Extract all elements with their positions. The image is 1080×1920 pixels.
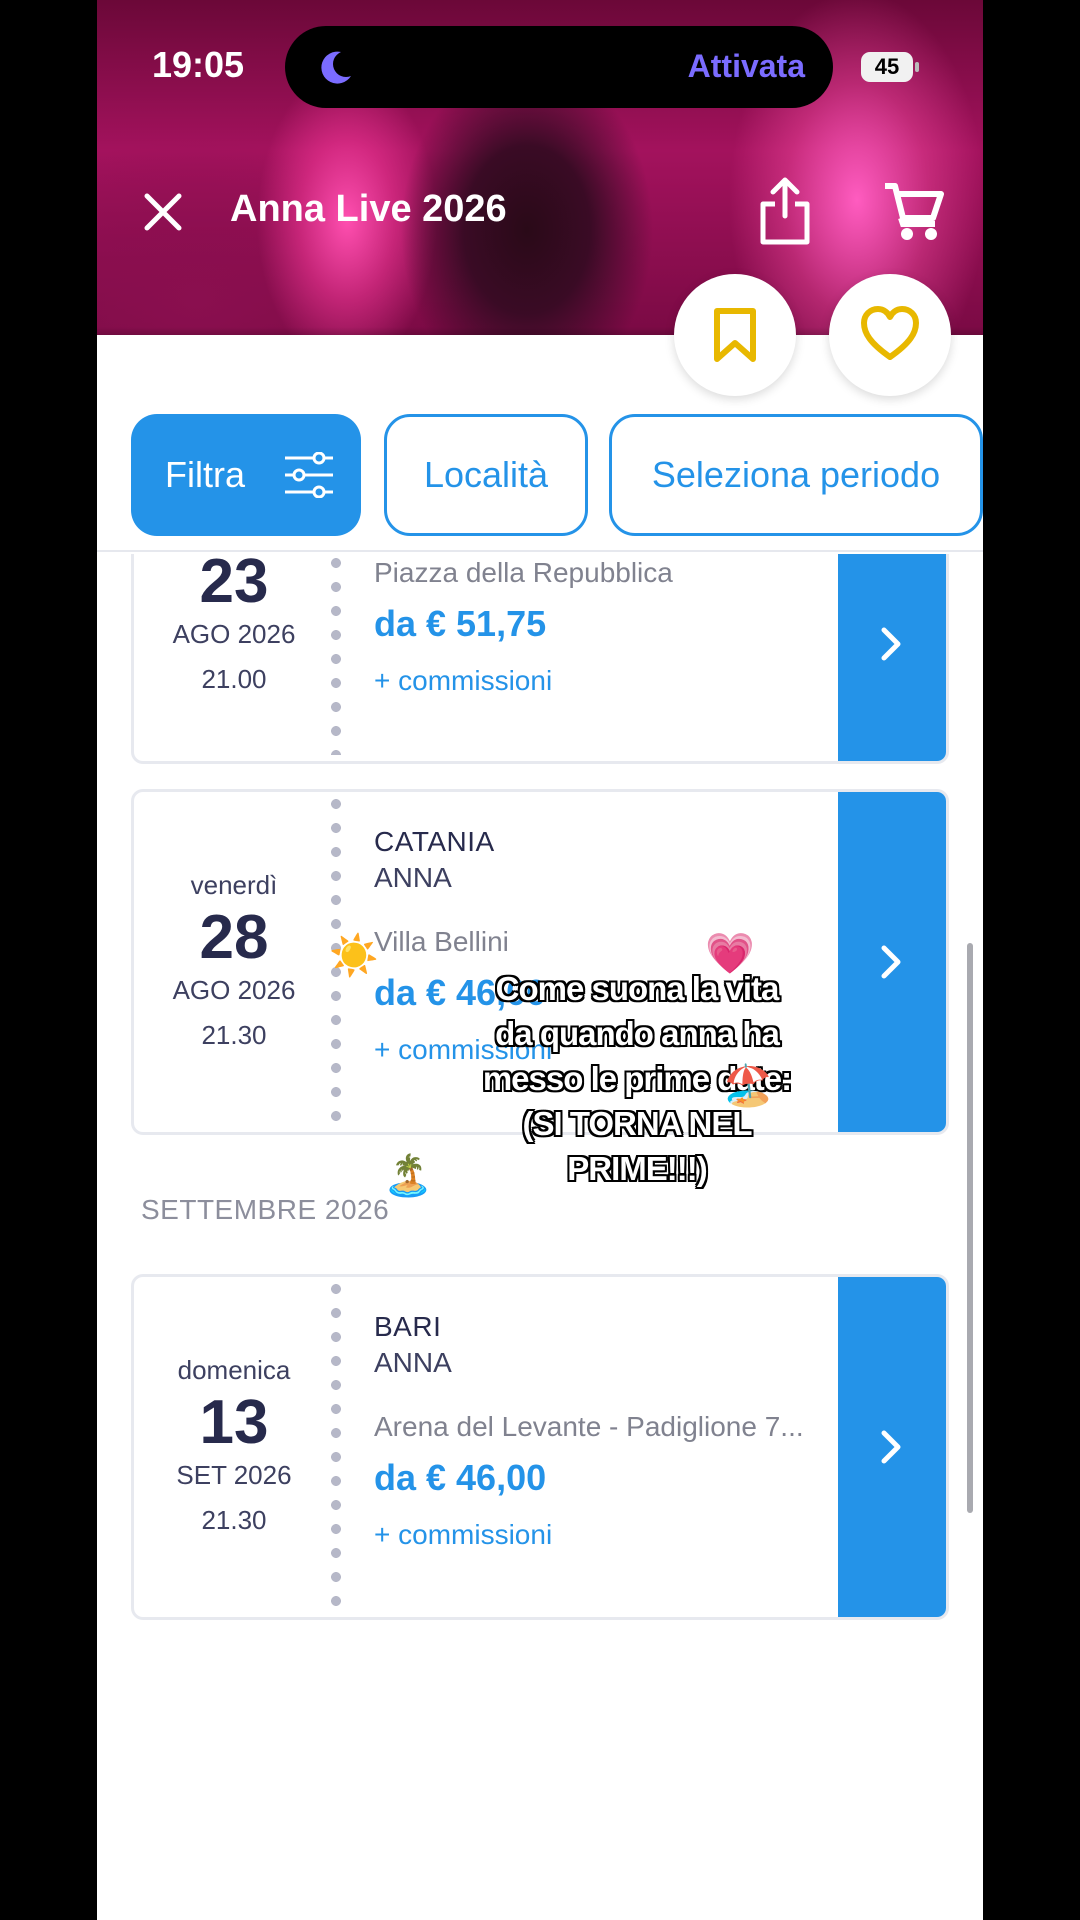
event-open-button[interactable]: [838, 792, 946, 1132]
filter-label: Filtra: [165, 454, 245, 495]
close-icon[interactable]: [139, 188, 187, 236]
event-fees: + commissioni: [374, 1519, 553, 1550]
event-artist: ANNA: [374, 862, 452, 893]
event-day: 23: [199, 554, 269, 616]
focus-status: Attivata: [687, 48, 805, 84]
caption-line: da quando anna ha: [495, 1015, 780, 1052]
cart-icon[interactable]: [883, 180, 945, 242]
period-filter-button[interactable]: Seleziona periodo: [609, 414, 983, 536]
event-price: da € 51,75: [374, 603, 547, 644]
sliders-icon: [285, 452, 333, 498]
event-month: SET 2026: [176, 1460, 292, 1490]
event-date: 23 AGO 2026 21.00: [134, 554, 334, 761]
bookmark-icon: [714, 308, 756, 362]
event-month: AGO 2026: [172, 975, 296, 1005]
caption-line: Come suona la vita: [495, 970, 780, 1007]
chevron-right-icon: [881, 627, 901, 661]
ticket-perforation: [330, 554, 342, 755]
filter-button[interactable]: Filtra: [131, 414, 361, 536]
event-info: BARI ANNA Arena del Levante - Padiglione…: [374, 1277, 834, 1551]
event-open-button[interactable]: [838, 1277, 946, 1617]
caption-line: PRIME!!!): [567, 1150, 707, 1187]
event-fees: + commissioni: [374, 665, 553, 696]
month-section-header: SETTEMBRE 2026: [141, 1194, 390, 1225]
event-card[interactable]: 23 AGO 2026 21.00 Piazza della Repubblic…: [131, 554, 949, 764]
event-time: 21.00: [201, 664, 267, 694]
event-list: 23 AGO 2026 21.00 Piazza della Repubblic…: [97, 554, 983, 1920]
location-filter-button[interactable]: Località: [384, 414, 588, 536]
event-weekday: venerdì: [190, 870, 278, 900]
chevron-right-icon: [881, 1430, 901, 1464]
event-artist: ANNA: [374, 1347, 452, 1378]
scrollbar[interactable]: [967, 943, 973, 1513]
caption-line: (SI TORNA NEL: [522, 1105, 752, 1142]
app-screen: 19:05 Attivata 45 Anna Live 2026 Filtra: [97, 0, 983, 1920]
event-month: AGO 2026: [172, 619, 296, 649]
island-emoji: 🏝️: [383, 1154, 433, 1198]
dynamic-island: Attivata: [285, 26, 833, 108]
status-time: 19:05: [152, 44, 245, 85]
heart-icon: [861, 306, 919, 360]
event-venue: Piazza della Repubblica: [374, 557, 673, 588]
bookmark-button[interactable]: [674, 274, 796, 396]
event-venue: Villa Bellini: [374, 926, 509, 957]
event-venue: Arena del Levante - Padiglione 7...: [374, 1411, 804, 1442]
event-day: 13: [199, 1388, 269, 1457]
chevron-right-icon: [881, 945, 901, 979]
caption-line: messo le prime date:: [482, 1060, 792, 1097]
event-time: 21.30: [201, 1505, 267, 1535]
event-time: 21.30: [201, 1020, 267, 1050]
event-date: venerdì 28 AGO 2026 21.30: [134, 792, 334, 1132]
event-price: da € 46,00: [374, 1457, 547, 1498]
heart-emoji: 💗: [705, 932, 755, 976]
battery-indicator: 45: [861, 52, 919, 82]
sun-emoji: ☀️: [329, 934, 379, 978]
filter-bar: Filtra Località Seleziona periodo: [97, 414, 983, 552]
event-city: BARI: [374, 1311, 442, 1342]
event-date: domenica 13 SET 2026 21.30: [134, 1277, 334, 1617]
share-icon[interactable]: [757, 176, 813, 246]
event-open-button[interactable]: [838, 554, 946, 761]
video-caption-overlay: Come suona la vita da quando anna ha mes…: [437, 966, 837, 1191]
page-title: Anna Live 2026: [230, 188, 507, 230]
favorite-button[interactable]: [829, 274, 951, 396]
event-card[interactable]: domenica 13 SET 2026 21.30 BARI ANNA Are…: [131, 1274, 949, 1620]
ticket-perforation: [330, 1283, 342, 1611]
event-day: 28: [199, 903, 269, 972]
event-info: Piazza della Repubblica da € 51,75 + com…: [374, 554, 834, 697]
event-city: CATANIA: [374, 826, 495, 857]
moon-icon: [321, 51, 351, 84]
beach-emoji: 🏖️: [723, 1064, 773, 1108]
event-weekday: domenica: [177, 1355, 291, 1385]
